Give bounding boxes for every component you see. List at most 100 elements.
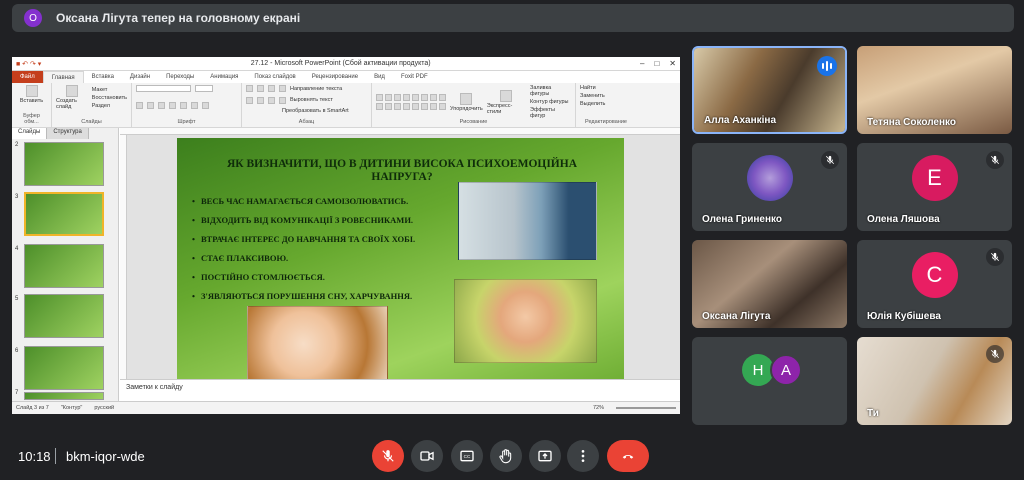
quick-access-icon: ■ ↶ ↷ ▾ <box>16 60 42 68</box>
window-controls: – □ ✕ <box>640 59 676 68</box>
leave-call-button[interactable] <box>607 440 649 472</box>
tab-slideshow: Показ слайдов <box>254 74 296 80</box>
participant-tile[interactable]: Тетяна Соколенко <box>857 46 1012 134</box>
shape-effects-label: Эффекты фигур <box>530 107 556 119</box>
new-slide-icon <box>65 85 78 97</box>
pp-body: Слайды Структура 2 3 4 5 6 7 ЯК ВИЗНАЧИТ… <box>12 128 680 414</box>
bullet-item: З'ЯВЛЯЮТЬСЯ ПОРУШЕННЯ СНУ, ХАРЧУВАННЯ. <box>192 291 415 301</box>
tab-home: Главная <box>42 71 84 83</box>
slides-group-label: Слайды <box>81 119 102 125</box>
font-select <box>136 85 191 92</box>
editing-group-label: Редактирование <box>585 119 627 125</box>
slide-thumbnail <box>24 392 104 400</box>
banner-avatar: О <box>24 9 42 27</box>
slide-bullets: ВЕСЬ ЧАС НАМАГАЄТЬСЯ САМОІЗОЛЮВАТИСЬ. ВІ… <box>192 196 415 310</box>
font-group-label: Шрифт <box>177 119 196 125</box>
reset-label: Восстановить <box>91 94 127 101</box>
tab-animation: Анимация <box>210 74 239 80</box>
paragraph-group-label: Абзац <box>298 118 315 125</box>
current-slide: ЯК ВИЗНАЧИТИ, ЩО В ДИТИНИ ВИСОКА ПСИХОЕМ… <box>177 138 624 381</box>
speaking-indicator-icon <box>817 56 837 76</box>
present-screen-button[interactable] <box>529 440 561 472</box>
slide-thumbnail <box>24 142 104 186</box>
horizontal-ruler <box>120 128 680 135</box>
arrange-icon <box>460 92 473 105</box>
maximize-icon: □ <box>654 59 660 68</box>
tab-review: Рецензирование <box>311 74 359 80</box>
clock: 10:18 <box>18 449 51 464</box>
thumb-number: 4 <box>15 246 19 252</box>
font-size-select <box>195 85 213 92</box>
slide-counter: Слайд 3 из 7 <box>16 405 49 411</box>
participant-tile[interactable]: Оксана Лігута <box>692 240 847 328</box>
divider <box>55 448 56 464</box>
mic-toggle-button[interactable] <box>372 440 404 472</box>
tab-transitions: Переходы <box>166 74 195 80</box>
arrange-button: Упорядочить <box>450 92 483 112</box>
mic-off-icon <box>986 151 1004 169</box>
participant-tile[interactable]: С Юлія Кубішева <box>857 240 1012 328</box>
thumb-number: 7 <box>15 390 19 396</box>
participant-tile-self[interactable]: Ти <box>857 337 1012 425</box>
bullet-item: ПОСТІЙНО СТОМЛЮЄТЬСЯ. <box>192 272 415 282</box>
slide-canvas: ЯК ВИЗНАЧИТИ, ЩО В ДИТИНИ ВИСОКА ПСИХОЕМ… <box>127 135 680 381</box>
participant-tile[interactable]: Е Олена Ляшова <box>857 143 1012 231</box>
slide-thumbnail <box>24 244 104 288</box>
banner-text: Оксана Лігута тепер на головному екрані <box>56 11 301 25</box>
slide-title: ЯК ВИЗНАЧИТИ, ЩО В ДИТИНИ ВИСОКА ПСИХОЕМ… <box>226 158 578 183</box>
group-clipboard: Вставить Буфер обм... <box>12 83 52 127</box>
text-direction-label: Направление текста <box>290 85 343 92</box>
participant-name: Ти <box>867 408 879 419</box>
pp-tabs: Файл Главная Вставка Дизайн Переходы Ани… <box>12 71 680 83</box>
more-vert-icon <box>581 450 585 462</box>
photo-crying-boy <box>454 279 597 363</box>
meeting-code: bkm-iqor-wde <box>66 449 145 464</box>
camera-toggle-button[interactable] <box>411 440 443 472</box>
group-slides: Создать слайд Макет Восстановить Раздел … <box>52 83 132 127</box>
slide-thumbnail <box>24 294 104 338</box>
avatar: С <box>911 252 958 299</box>
participant-tile[interactable]: Алла Аханкіна <box>692 46 847 134</box>
section-label: Раздел <box>91 102 110 109</box>
bullet-item: ВЕСЬ ЧАС НАМАГАЄТЬСЯ САМОІЗОЛЮВАТИСЬ. <box>192 196 415 206</box>
shapes-gallery <box>376 94 446 110</box>
language: русский <box>94 405 115 411</box>
slides-panel: Слайды Структура 2 3 4 5 6 7 <box>12 128 119 401</box>
paste-icon <box>25 85 38 97</box>
arrange-label: Упорядочить <box>450 105 483 112</box>
layout-label: Макет <box>91 86 108 93</box>
mic-off-icon <box>986 248 1004 266</box>
bullet-item: ВІДХОДИТЬ ВІД КОМУНІКАЦІЇ З РОВЕСНИКАМИ. <box>192 215 415 225</box>
paste-label: Вставить <box>19 98 44 104</box>
more-options-button[interactable] <box>567 440 599 472</box>
pp-statusbar: Слайд 3 из 7 "Контур" русский 72% <box>12 401 680 414</box>
tab-design: Дизайн <box>129 74 151 80</box>
presenting-banner: О Оксана Лігута тепер на головному екран… <box>12 4 1014 32</box>
bullet-item: СТАЄ ПЛАКСИВОЮ. <box>192 253 415 263</box>
group-paragraph: Направление текста Выровнять текст Преоб… <box>242 83 372 127</box>
zoom-slider <box>616 407 676 409</box>
close-icon: ✕ <box>669 59 676 68</box>
group-drawing: Упорядочить Экспресс-стили Заливка фигур… <box>372 83 576 127</box>
zoom-level: 72% <box>592 405 604 411</box>
mic-off-icon <box>986 345 1004 363</box>
participant-tile-group[interactable]: Н А <box>692 337 847 425</box>
meet-window: О Оксана Лігута тепер на головному екран… <box>0 0 1024 480</box>
raise-hand-button[interactable] <box>490 440 522 472</box>
find-label: Найти <box>580 85 596 91</box>
tab-file: Файл <box>12 71 43 83</box>
thumb-number: 5 <box>15 296 19 302</box>
pp-titlebar: ■ ↶ ↷ ▾ 27.12 - Microsoft PowerPoint (Сб… <box>12 57 680 71</box>
participant-tile[interactable]: Олена Гриненко <box>692 143 847 231</box>
captions-button[interactable]: CC <box>451 440 483 472</box>
quick-styles-icon <box>500 89 513 102</box>
pp-window-title: 27.12 - Microsoft PowerPoint (Сбой актив… <box>250 60 431 67</box>
group-font: Шрифт <box>132 83 242 127</box>
panel-tab-outline: Структура <box>47 128 89 139</box>
thumb-number: 6 <box>15 348 19 354</box>
paste-button: Вставить <box>16 85 47 104</box>
create-slide-button: Создать слайд <box>56 85 88 110</box>
present-icon <box>538 450 552 462</box>
quick-styles-button: Экспресс-стили <box>487 89 526 115</box>
notes-pane: Заметки к слайду <box>120 379 680 401</box>
